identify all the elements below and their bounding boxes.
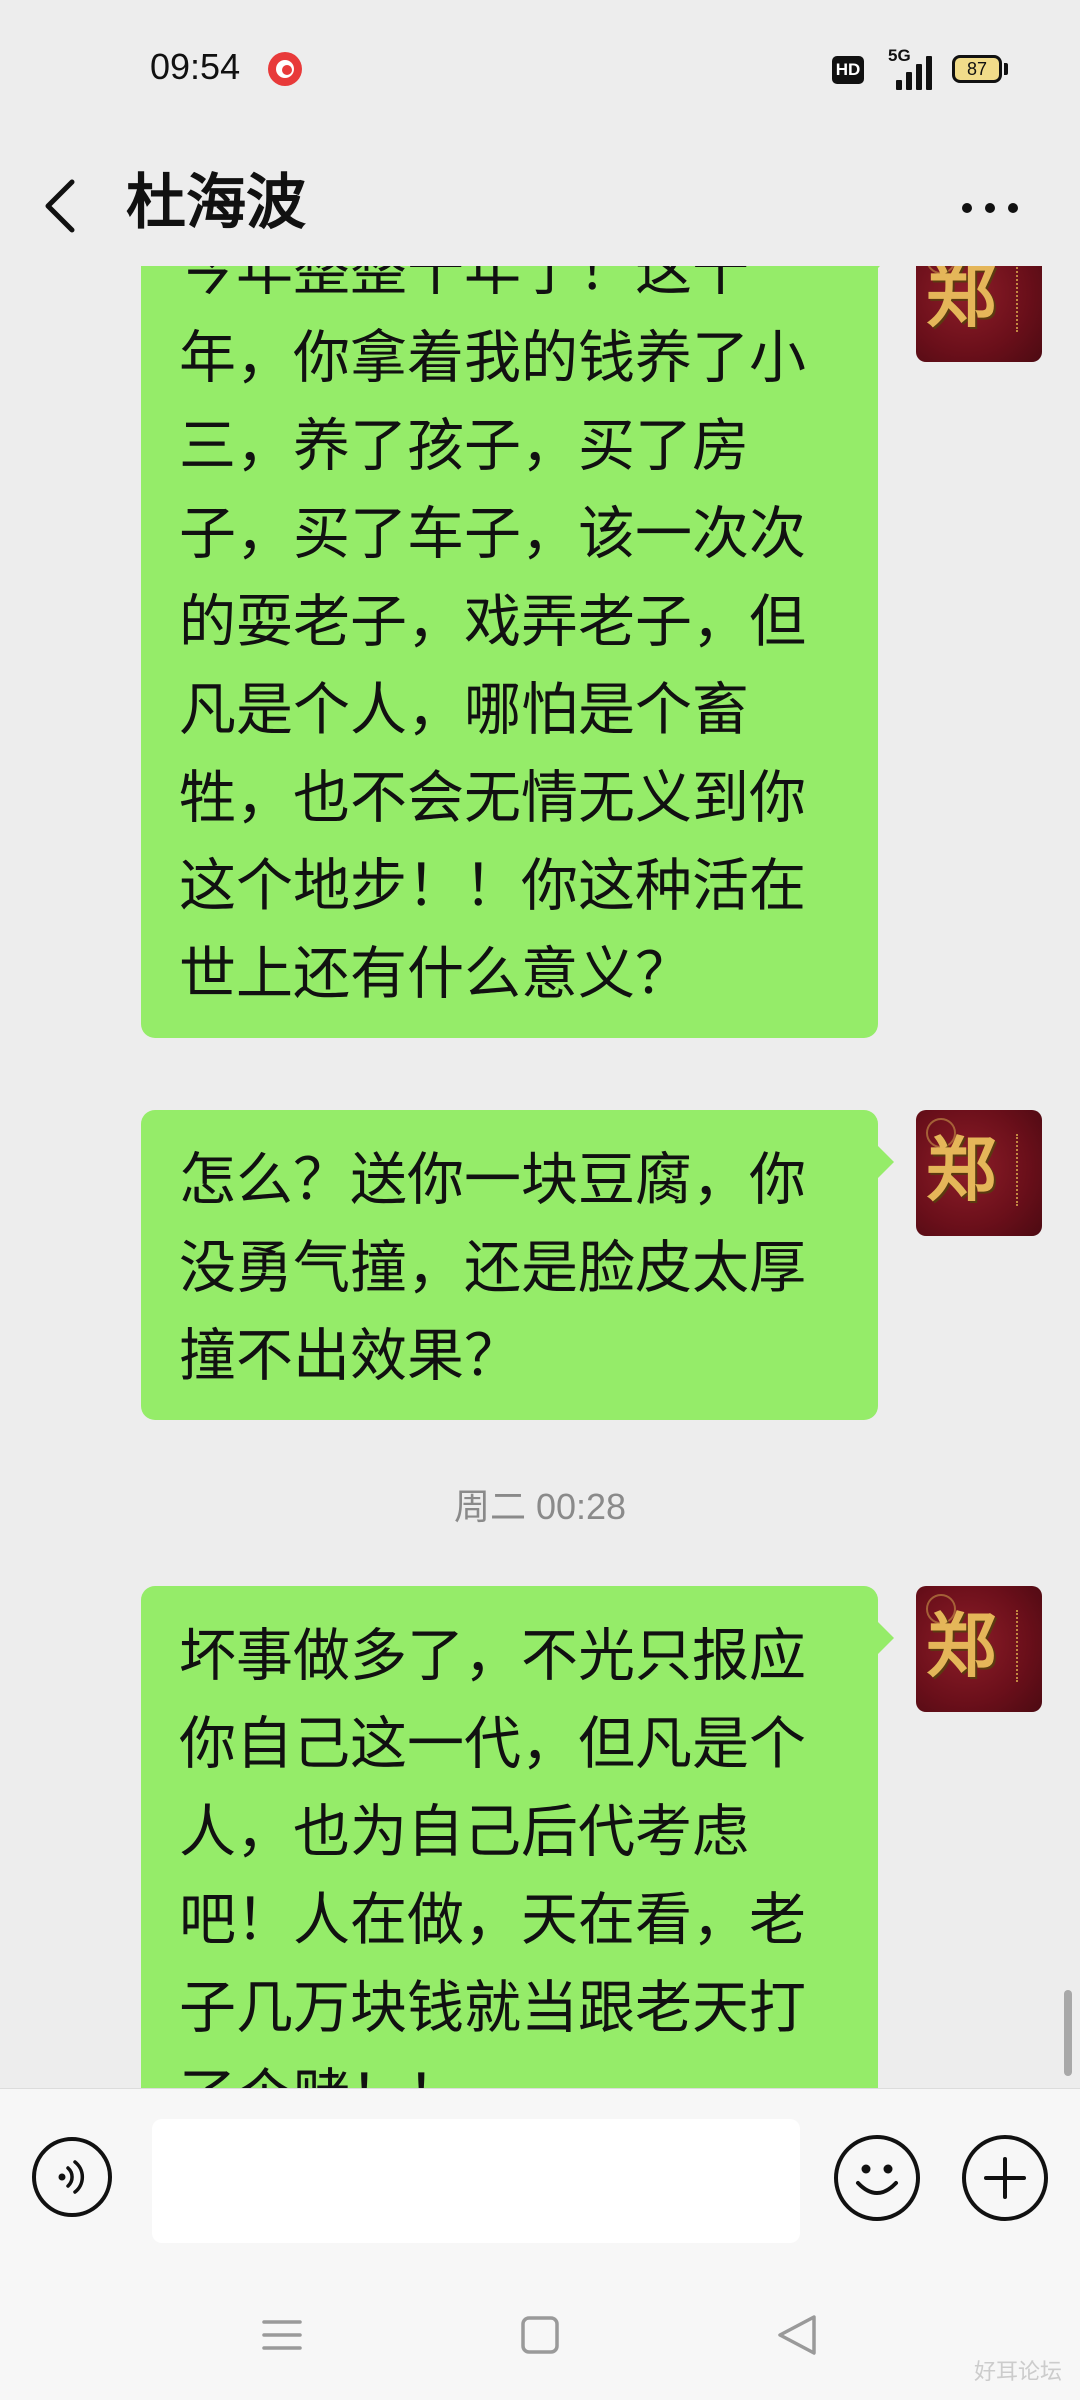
more-dots-icon	[962, 203, 972, 213]
avatar[interactable]: 郑	[916, 266, 1042, 362]
avatar-glyph: 郑	[926, 1604, 996, 1687]
red-bird-app-icon	[268, 52, 302, 86]
emoji-button[interactable]	[834, 2135, 920, 2221]
more-button[interactable]	[950, 170, 1030, 240]
status-time: 09:54	[150, 46, 241, 87]
plus-icon	[984, 2157, 1026, 2199]
voice-button[interactable]	[32, 2137, 112, 2217]
plus-button[interactable]	[962, 2135, 1048, 2221]
back-button[interactable]	[30, 158, 100, 248]
message-text: 坏事做多了，不光只报应你自己这一代，但凡是个人，也为自己后代考虑吧！人在做，天在…	[179, 1623, 806, 2088]
nav-menu-button[interactable]	[242, 2300, 322, 2370]
message-bubble[interactable]: 今年整整十年了！这十年，你拿着我的钱养了小三，养了孩子，买了房子，买了车子，该一…	[141, 266, 894, 1038]
avatar[interactable]: 郑	[916, 1110, 1042, 1236]
chat-header: 杜海波	[0, 140, 1080, 266]
message-list[interactable]: 今年整整十年了！这十年，你拿着我的钱养了小三，养了孩子，买了房子，买了车子，该一…	[0, 266, 1080, 2088]
message-bubble[interactable]: 怎么？送你一块豆腐，你没勇气撞，还是脸皮太厚撞不出效果？	[141, 1110, 894, 1420]
emoji-icon	[856, 2164, 898, 2195]
hd-icon: HD	[832, 56, 864, 84]
battery-icon: 87	[952, 55, 1002, 83]
message-text: 怎么？送你一块豆腐，你没勇气撞，还是脸皮太厚撞不出效果？	[179, 1147, 806, 1389]
watermark-text: 好耳论坛	[973, 2360, 1062, 2385]
message-bubble[interactable]: 坏事做多了，不光只报应你自己这一代，但凡是个人，也为自己后代考虑吧！人在做，天在…	[141, 1586, 894, 2088]
battery-tip	[1004, 63, 1008, 75]
message-input[interactable]	[152, 2119, 800, 2243]
battery-level: 87	[966, 59, 988, 79]
chevron-left-icon	[45, 179, 75, 233]
voice-icon	[58, 2160, 85, 2194]
message-text: 今年整整十年了！这十年，你拿着我的钱养了小三，养了孩子，买了房子，买了车子，该一…	[179, 266, 806, 1007]
signal-5g-icon: 5G	[880, 46, 932, 90]
network-label: 5G	[888, 46, 911, 65]
input-bar	[0, 2088, 1080, 2271]
status-bar: 09:54 HD 5G 87	[0, 0, 1080, 140]
nav-back-button[interactable]	[758, 2300, 838, 2370]
system-nav-bar: 好耳论坛	[0, 2270, 1080, 2400]
home-square-icon	[521, 2316, 559, 2354]
scrollbar-thumb[interactable]	[1064, 1990, 1072, 2076]
menu-icon	[262, 2320, 302, 2350]
nav-home-button[interactable]	[500, 2300, 580, 2370]
message-timestamp: 周二 00:28	[453, 1486, 627, 1527]
triangle-back-icon	[778, 2315, 816, 2355]
avatar-glyph: 郑	[926, 266, 996, 337]
avatar[interactable]: 郑	[916, 1586, 1042, 1712]
chat-title: 杜海波	[126, 168, 306, 238]
avatar-glyph: 郑	[926, 1128, 996, 1211]
